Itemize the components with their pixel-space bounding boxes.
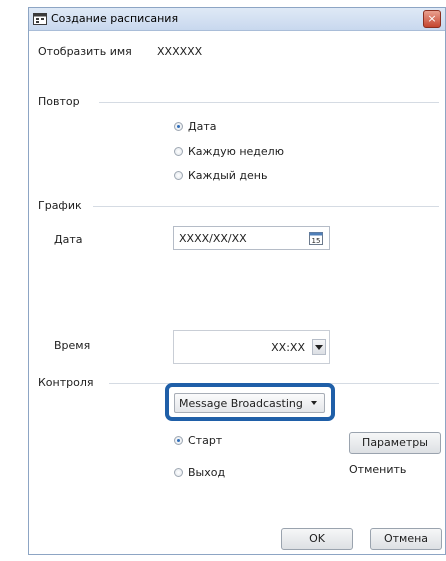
control-group-label: Контроля: [38, 376, 94, 389]
parameters-button[interactable]: Параметры: [349, 432, 441, 454]
date-label: Дата: [54, 233, 83, 246]
time-value: XX:XX: [271, 341, 305, 354]
repeat-option-date[interactable]: Дата: [174, 120, 216, 133]
ok-button[interactable]: OK: [281, 528, 353, 550]
time-label: Время: [54, 339, 91, 352]
display-name-label: Отобразить имя: [38, 45, 132, 58]
control-action-select[interactable]: Message Broadcasting: [174, 393, 325, 413]
repeat-option-label: Каждый день: [188, 169, 268, 182]
repeat-option-label: Дата: [188, 120, 217, 133]
display-name-value: XXXXXX: [157, 45, 203, 58]
time-picker[interactable]: XX:XX: [173, 330, 330, 364]
time-dropdown-button[interactable]: [312, 339, 326, 355]
radio-unselected-icon: [174, 147, 183, 156]
radio-selected-icon: [174, 122, 183, 131]
control-option-label: Выход: [188, 466, 226, 479]
repeat-option-label: Каждую неделю: [188, 145, 284, 158]
schedule-dialog: Создание расписания × Отобразить имя XXX…: [28, 7, 446, 555]
control-action-value: Message Broadcasting: [179, 397, 303, 410]
title-bar[interactable]: Создание расписания ×: [29, 8, 445, 31]
window-title: Создание расписания: [51, 12, 179, 25]
date-picker[interactable]: XXXX/XX/XX 15: [173, 226, 330, 250]
date-value: XXXX/XX/XX: [179, 232, 247, 245]
chevron-down-icon: [311, 401, 317, 405]
cancel-button[interactable]: Отмена: [370, 528, 442, 550]
control-option-start[interactable]: Старт: [174, 434, 222, 447]
radio-selected-icon: [174, 436, 183, 445]
repeat-option-daily[interactable]: Каждый день: [174, 169, 267, 182]
radio-unselected-icon: [174, 171, 183, 180]
calendar-app-icon: [33, 13, 47, 25]
repeat-option-weekly[interactable]: Каждую неделю: [174, 145, 284, 158]
schedule-group-label: График: [38, 199, 82, 212]
close-button[interactable]: ×: [423, 10, 441, 28]
chevron-down-icon: [315, 345, 323, 350]
control-option-label: Старт: [188, 434, 223, 447]
calendar-icon[interactable]: 15: [309, 231, 323, 245]
radio-unselected-icon: [174, 468, 183, 477]
cancel-link[interactable]: Отменить: [349, 463, 406, 476]
repeat-group-divider: [99, 102, 439, 103]
svg-text:15: 15: [312, 237, 321, 245]
schedule-group-divider: [93, 206, 439, 207]
control-option-exit[interactable]: Выход: [174, 466, 225, 479]
repeat-group-label: Повтор: [38, 95, 80, 108]
